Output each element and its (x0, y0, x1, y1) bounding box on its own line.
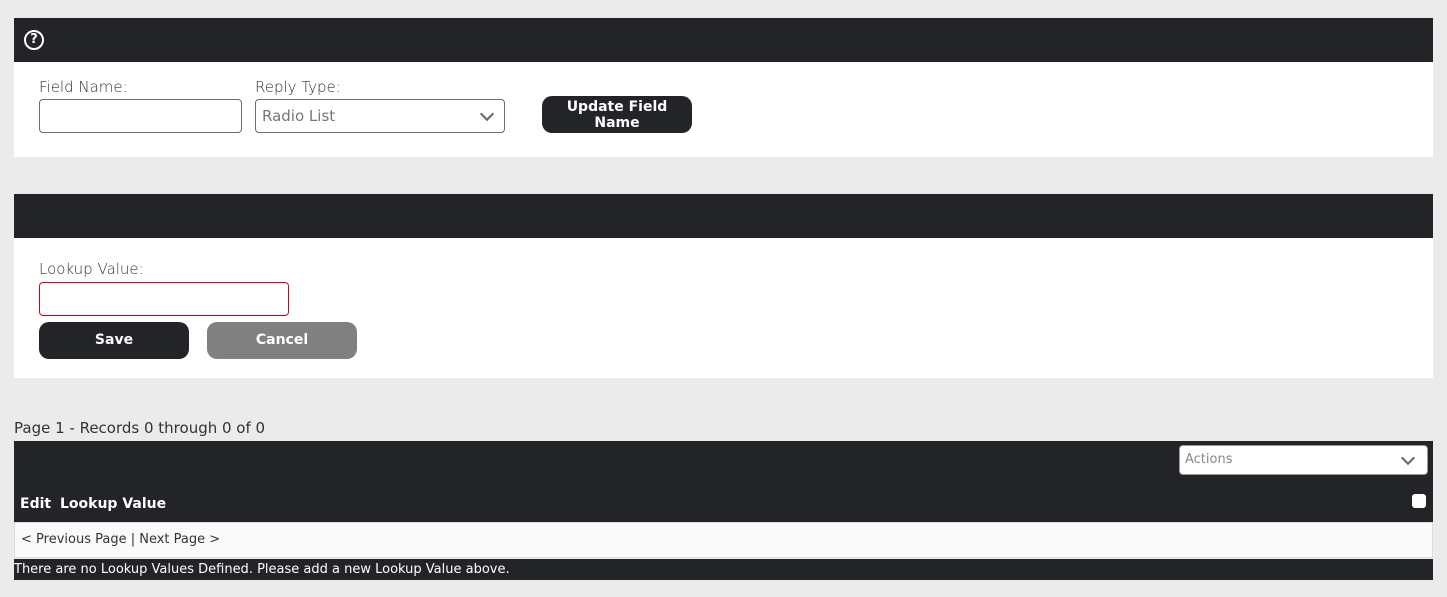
field-name-label: Field Name: (39, 78, 128, 96)
field-panel-body: Field Name: Reply Type: Radio List Updat… (14, 62, 1433, 157)
page-info: Page 1 - Records 0 through 0 of 0 (14, 419, 266, 437)
pager-separator: | (126, 532, 140, 547)
empty-message: There are no Lookup Values Defined. Plea… (14, 559, 1433, 580)
save-button[interactable]: Save (39, 322, 189, 359)
next-page-link[interactable]: Next Page > (139, 532, 220, 547)
reply-type-label: Reply Type: (255, 78, 341, 96)
help-icon[interactable]: ? (24, 30, 44, 50)
column-edit[interactable]: Edit (20, 496, 51, 512)
pager: < Previous Page | Next Page > (14, 522, 1433, 558)
field-name-input[interactable] (39, 99, 242, 133)
previous-page-link[interactable]: < Previous Page (21, 532, 127, 547)
cancel-button[interactable]: Cancel (207, 322, 357, 359)
reply-type-value: Radio List (262, 107, 336, 125)
chevron-down-icon (1400, 450, 1416, 466)
grid-header: Actions Edit Lookup Value (14, 441, 1433, 522)
reply-type-select[interactable]: Radio List (255, 99, 505, 133)
column-lookup-value[interactable]: Lookup Value (60, 496, 166, 512)
actions-select[interactable]: Actions (1179, 445, 1428, 475)
chevron-down-icon (479, 106, 495, 122)
lookup-panel-header (14, 194, 1433, 238)
select-all-checkbox[interactable] (1412, 494, 1426, 508)
actions-placeholder: Actions (1185, 452, 1233, 467)
lookup-value-label: Lookup Value: (39, 260, 144, 278)
field-panel-header: ? (14, 18, 1433, 62)
lookup-panel-body: Lookup Value: Save Cancel (14, 238, 1433, 378)
update-field-name-button[interactable]: Update Field Name (542, 96, 692, 133)
lookup-value-input[interactable] (39, 282, 289, 316)
